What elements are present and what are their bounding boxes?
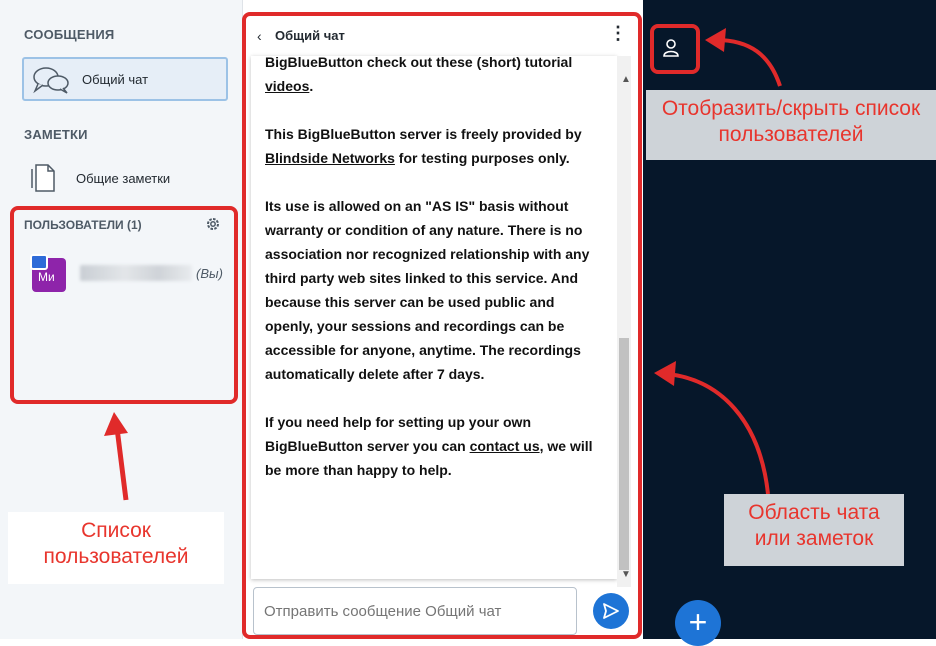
arrow-head [705,28,726,52]
toggle-annotation-label: Отобразить/скрыть список пользователей [646,90,936,160]
users-list-annotation-label: Список пользователей [8,512,224,584]
arrow-head [104,412,128,436]
arrow-to-toggle [715,38,782,87]
arrow-to-users-list [114,427,129,501]
chat-area-annotation-label: Область чата или заметок [724,494,904,566]
arrow-head [654,361,676,386]
arrow-to-chat-area [667,372,770,495]
